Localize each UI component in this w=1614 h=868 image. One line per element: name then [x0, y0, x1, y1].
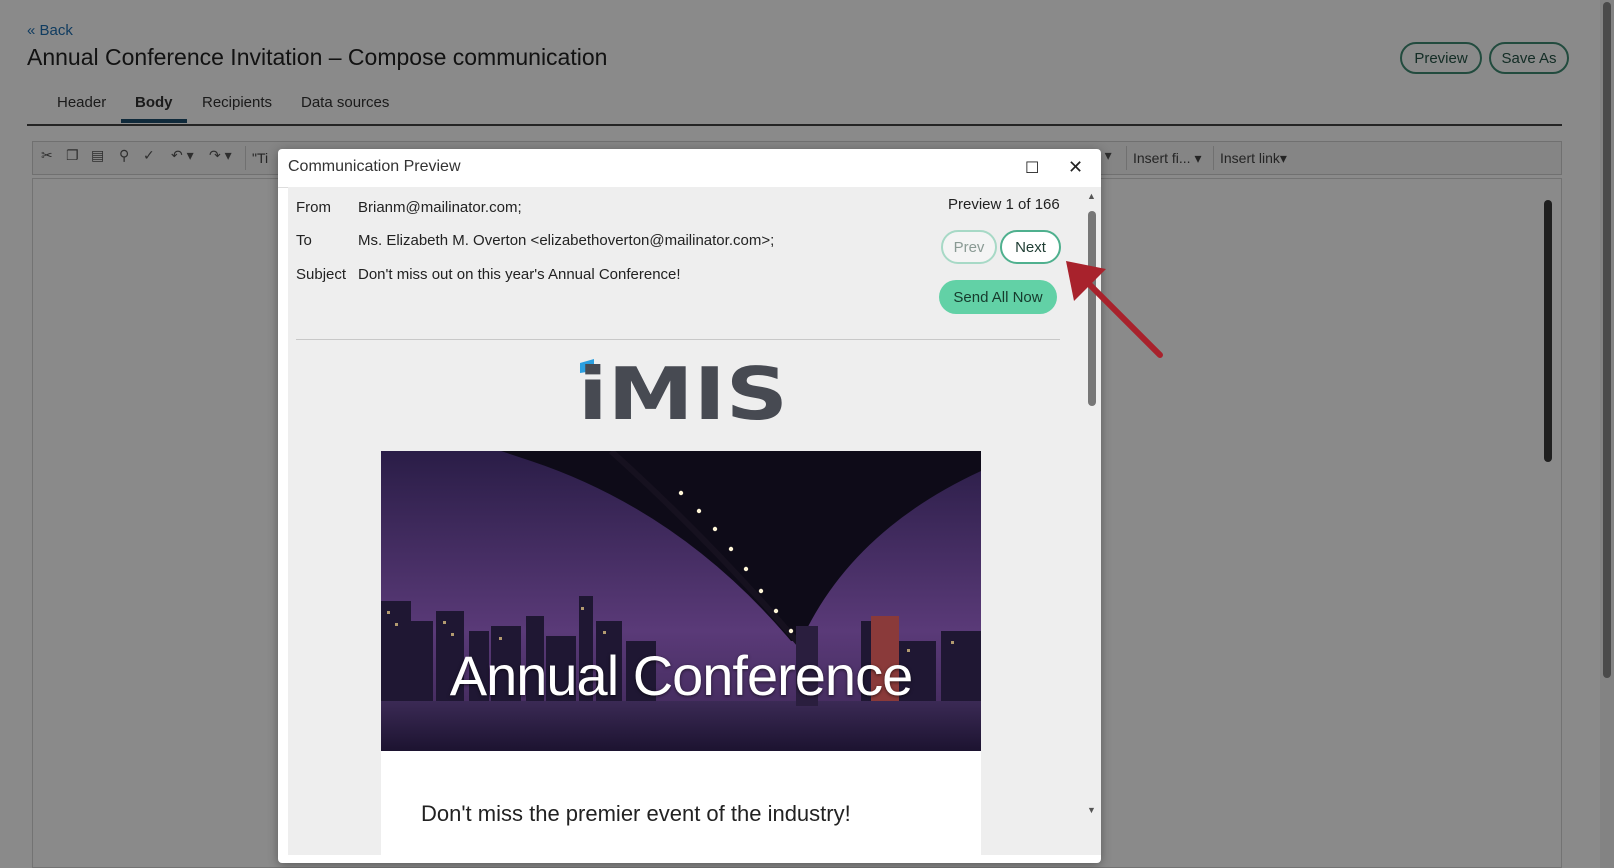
close-icon[interactable]: ✕ — [1068, 157, 1083, 178]
dialog-title: Communication Preview — [288, 158, 461, 175]
to-label: To — [296, 232, 312, 249]
from-label: From — [296, 199, 331, 216]
to-value: Ms. Elizabeth M. Overton <elizabethovert… — [358, 232, 775, 249]
preview-body: From Brianm@mailinator.com; To Ms. Eliza… — [288, 187, 1101, 861]
subject-label: Subject — [296, 266, 347, 283]
communication-preview-dialog: Communication Preview ☐ ✕ From Brianm@ma… — [278, 149, 1101, 863]
next-button[interactable]: Next — [1000, 230, 1061, 264]
header-divider — [296, 339, 1060, 340]
dialog-header: Communication Preview ☐ ✕ — [278, 149, 1101, 188]
annotation-arrow-icon — [1066, 261, 1163, 358]
hero-image: Annual Conference — [381, 451, 981, 751]
from-value: Brianm@mailinator.com; — [358, 199, 522, 216]
scroll-down-icon[interactable]: ▼ — [1087, 805, 1096, 815]
maximize-icon[interactable]: ☐ — [1025, 158, 1039, 178]
email-tagline: Don't miss the premier event of the indu… — [421, 801, 851, 826]
hero-title: Annual Conference — [449, 644, 913, 707]
imis-logo: iMIS — [578, 352, 798, 436]
subject-value: Don't miss out on this year's Annual Con… — [358, 266, 681, 283]
send-all-now-button[interactable]: Send All Now — [939, 280, 1057, 314]
email-content: Don't miss the premier event of the indu… — [381, 751, 981, 861]
prev-button[interactable]: Prev — [941, 230, 997, 264]
logo-text: iMIS — [578, 355, 788, 425]
scroll-up-icon[interactable]: ▲ — [1087, 191, 1096, 201]
preview-counter: Preview 1 of 166 — [948, 196, 1060, 213]
